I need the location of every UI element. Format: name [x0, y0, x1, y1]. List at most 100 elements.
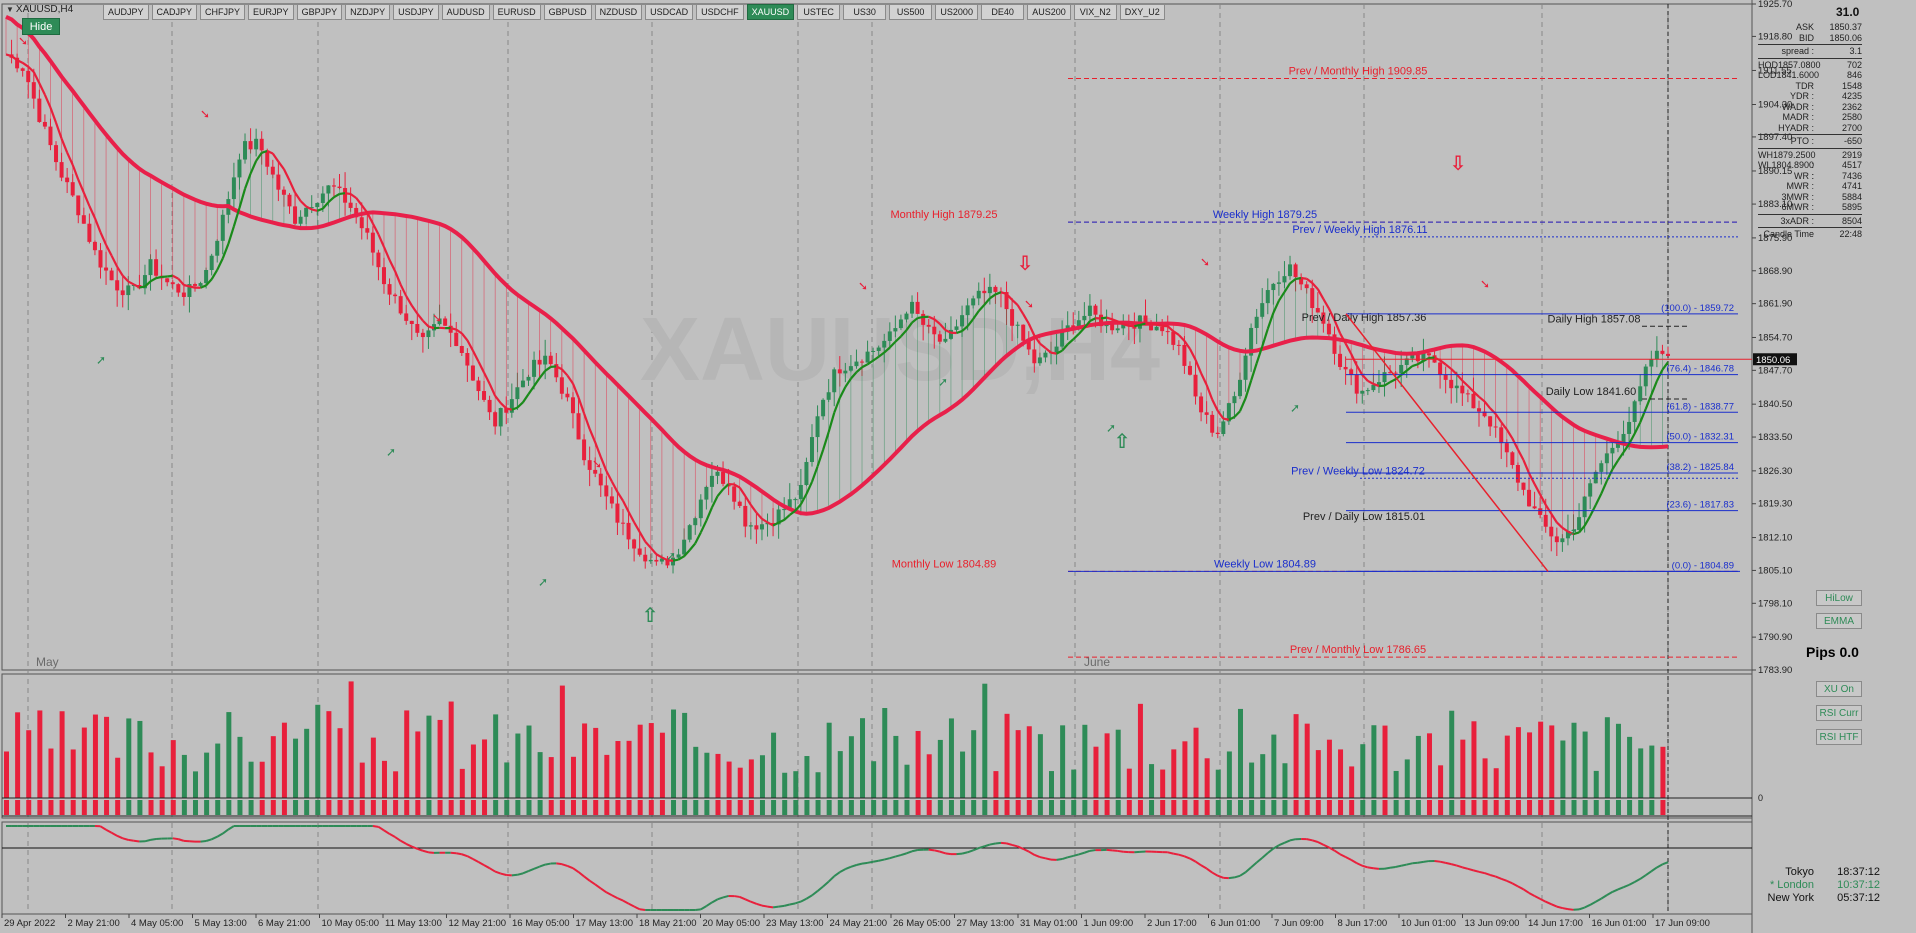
candle-body: [837, 369, 842, 374]
candle-body: [821, 399, 826, 417]
info-value: 846: [1846, 70, 1862, 80]
symbol-button-chfjpy[interactable]: CHFJPY: [200, 4, 246, 20]
volume-bar: [1582, 731, 1588, 798]
volume-bar: [693, 746, 699, 798]
symbol-button-cadjpy[interactable]: CADJPY: [151, 4, 198, 20]
volume-strip: [1349, 800, 1355, 815]
date-tick-label: 14 Jun 17:00: [1528, 918, 1583, 929]
symbol-button-gbpusd[interactable]: GBPUSD: [543, 4, 592, 20]
candle-body: [982, 290, 987, 294]
clock-city: * London: [1769, 879, 1814, 891]
sell-arrow-icon: ➘: [432, 311, 442, 325]
volume-bar: [281, 722, 287, 798]
symbol-button-xauusd[interactable]: XAUUSD: [746, 4, 795, 20]
oscillator-line: [772, 905, 779, 909]
volume-bar: [615, 741, 621, 798]
volume-bar: [1415, 735, 1421, 798]
candle-body: [1532, 506, 1537, 509]
volume-bar: [1571, 722, 1577, 798]
emma-button[interactable]: EMMA: [1816, 613, 1862, 629]
volume-strip: [1515, 800, 1521, 815]
symbol-button-eurusd[interactable]: EURUSD: [492, 4, 541, 20]
info-value: 3.1: [1849, 46, 1862, 56]
symbol-button-usdjpy[interactable]: USDJPY: [393, 4, 439, 20]
symbol-button-aus200[interactable]: AUS200: [1027, 4, 1071, 20]
oscillator-line: [1417, 860, 1424, 864]
volume-strip: [860, 800, 866, 815]
symbol-button-us30[interactable]: US30: [843, 4, 887, 20]
xu-on-button[interactable]: XU On: [1816, 681, 1862, 697]
symbol-button-us2000[interactable]: US2000: [935, 4, 979, 20]
level-label: Prev / Daily Low 1815.01: [1303, 511, 1425, 523]
volume-strip: [1549, 800, 1555, 815]
volume-bar: [326, 711, 332, 798]
hide-button[interactable]: Hide: [22, 18, 60, 35]
candle-body: [576, 413, 581, 440]
symbol-button-audusd[interactable]: AUDUSD: [441, 4, 490, 20]
fast-moving-average: [1050, 351, 1057, 355]
symbol-button-ustec[interactable]: USTEC: [797, 4, 841, 20]
volume-strip: [1293, 800, 1299, 815]
volume-bar: [1149, 764, 1155, 798]
volume-bar: [1349, 766, 1355, 798]
volume-bar: [1527, 732, 1533, 798]
symbol-button-de40[interactable]: DE40: [981, 4, 1025, 20]
candle-body: [259, 138, 264, 151]
candle-body: [1660, 350, 1665, 354]
candle-body: [937, 334, 942, 342]
candle-body: [1010, 309, 1015, 326]
candle-body: [54, 145, 59, 163]
info-key: LOD1841.6000: [1758, 70, 1820, 80]
sell-arrow-icon: ➘: [858, 279, 868, 293]
volume-strip: [226, 800, 232, 815]
symbol-button-nzdjpy[interactable]: NZDJPY: [345, 4, 391, 20]
symbol-button-audjpy[interactable]: AUDJPY: [103, 4, 149, 20]
volume-strip: [1260, 800, 1266, 815]
chart-canvas: XAUUSD,H4 Prev / Monthly High 1909.85 Mont…: [0, 0, 1916, 933]
volume-strip: [281, 800, 287, 815]
volume-strip: [1271, 800, 1277, 815]
symbol-button-vix_n2[interactable]: VIX_N2: [1073, 4, 1117, 20]
symbol-button-usdcad[interactable]: USDCAD: [645, 4, 694, 20]
volume-bar: [1549, 725, 1555, 798]
symbol-button-usdchf[interactable]: USDCHF: [696, 4, 744, 20]
volume-bar: [659, 732, 665, 798]
hilow-button[interactable]: HiLow: [1816, 590, 1862, 606]
symbol-button-dxy_u2[interactable]: DXY_U2: [1119, 4, 1165, 20]
oscillator-line: [1473, 869, 1480, 873]
price-tick-label: 1925.70: [1758, 0, 1792, 10]
symbol-button-nzdusd[interactable]: NZDUSD: [594, 4, 643, 20]
volume-strip: [104, 800, 110, 815]
candle-body: [609, 496, 614, 504]
rsi-curr-button[interactable]: RSI Curr: [1816, 705, 1862, 721]
rsi-htf-button[interactable]: RSI HTF: [1816, 729, 1862, 745]
clock-row: Tokyo 18:37:12: [1752, 866, 1880, 879]
volume-bar: [170, 740, 176, 798]
volume-strip: [982, 800, 988, 815]
buy-arrow-icon: ➚: [938, 375, 948, 389]
candle-body: [1093, 305, 1098, 315]
info-value: 1548: [1841, 80, 1862, 91]
oscillator-line: [789, 902, 796, 906]
level-label: Daily Low 1841.60: [1546, 386, 1637, 398]
price-tick-label: 1854.70: [1758, 332, 1792, 343]
volume-strip: [326, 800, 332, 815]
clock-row: New York 05:37:12: [1752, 892, 1880, 905]
symbol-title: ▼ XAUUSD,H4: [6, 4, 74, 15]
candle-body: [1560, 538, 1565, 543]
price-tick-label: 1783.90: [1758, 665, 1792, 676]
symbol-button-us500[interactable]: US500: [889, 4, 933, 20]
volume-bar: [1049, 771, 1055, 798]
oscillator-line: [961, 851, 968, 855]
symbol-button-eurjpy[interactable]: EURJPY: [248, 4, 294, 20]
level-label: Prev / Weekly High 1876.11: [1292, 224, 1427, 236]
info-value: 4235: [1841, 91, 1862, 101]
volume-bar: [259, 761, 265, 798]
info-row: 3xADR : 8504: [1758, 216, 1862, 227]
date-tick-label: 24 May 21:00: [830, 918, 888, 929]
info-separator: [1758, 134, 1862, 135]
trading-chart-window: XAUUSD,H4 Prev / Monthly High 1909.85 Mont…: [0, 0, 1916, 933]
volume-strip: [37, 800, 43, 815]
symbol-button-gbpjpy[interactable]: GBPJPY: [296, 4, 343, 20]
oscillator-line: [761, 904, 768, 908]
